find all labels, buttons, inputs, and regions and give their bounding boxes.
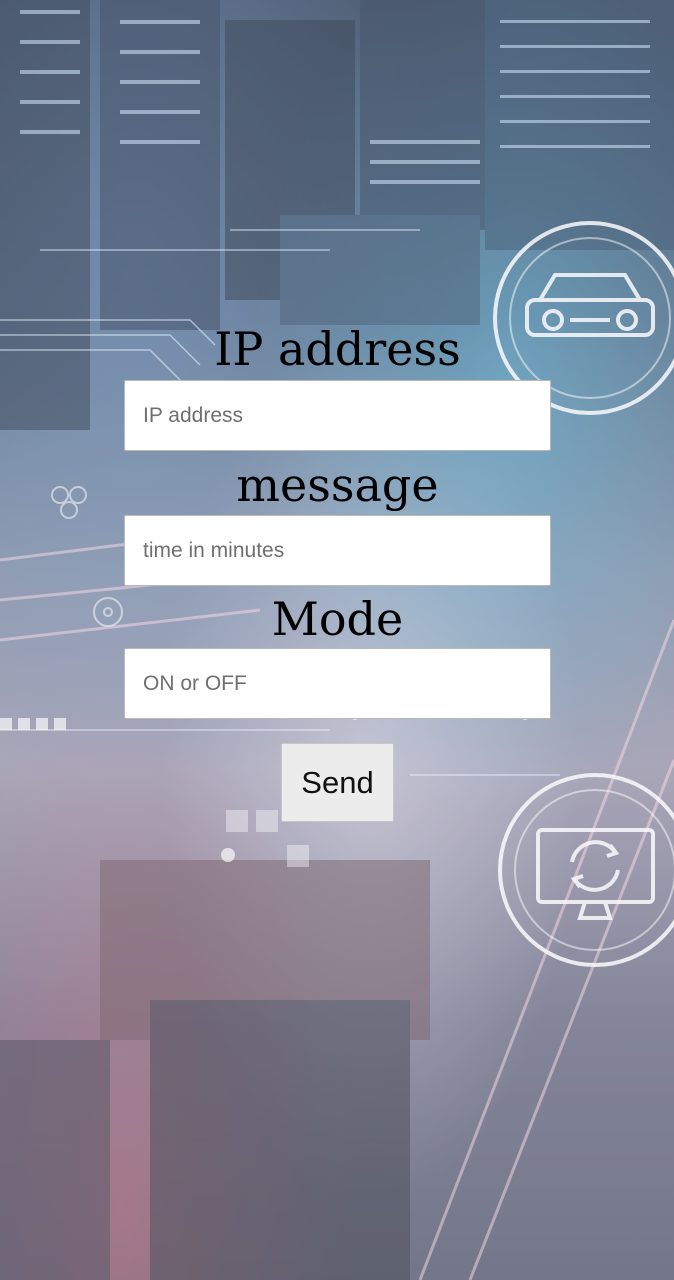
send-button[interactable]: Send [281,743,394,822]
mode-label: Mode [271,592,404,646]
message-form: IP address message Mode [124,318,551,719]
message-label: message [236,458,439,512]
message-input[interactable] [124,515,551,586]
ip-address-input[interactable] [124,380,551,451]
ip-address-label: IP address [214,322,461,376]
mode-input[interactable] [124,648,551,719]
